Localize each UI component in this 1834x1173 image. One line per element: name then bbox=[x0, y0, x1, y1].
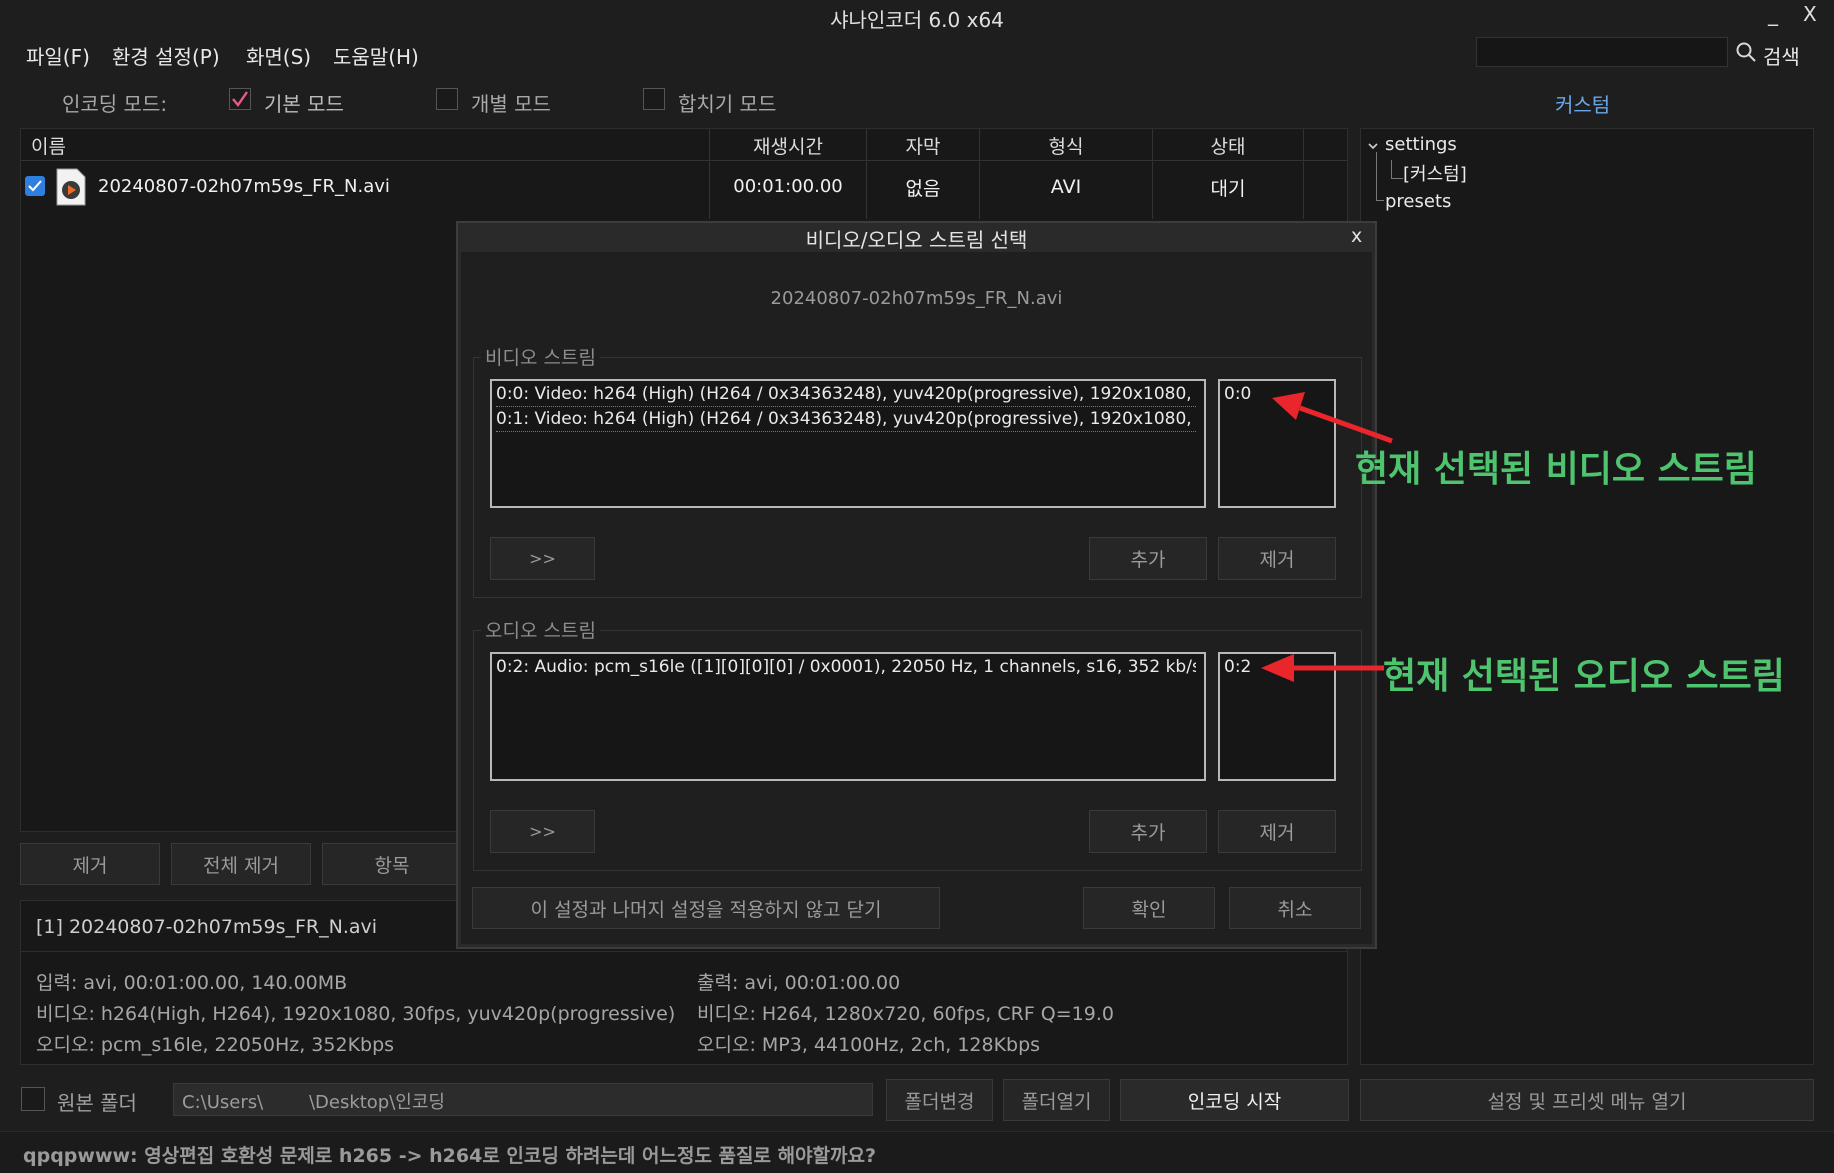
video-annotation-arrow bbox=[1272, 392, 1393, 444]
annotation-arrows bbox=[1261, 392, 1393, 682]
video-stream-annotation: 현재 선택된 비디오 스트림 bbox=[1355, 449, 1757, 490]
audio-annotation-arrow bbox=[1261, 654, 1384, 682]
audio-stream-annotation: 현재 선택된 오디오 스트림 bbox=[1383, 656, 1785, 697]
